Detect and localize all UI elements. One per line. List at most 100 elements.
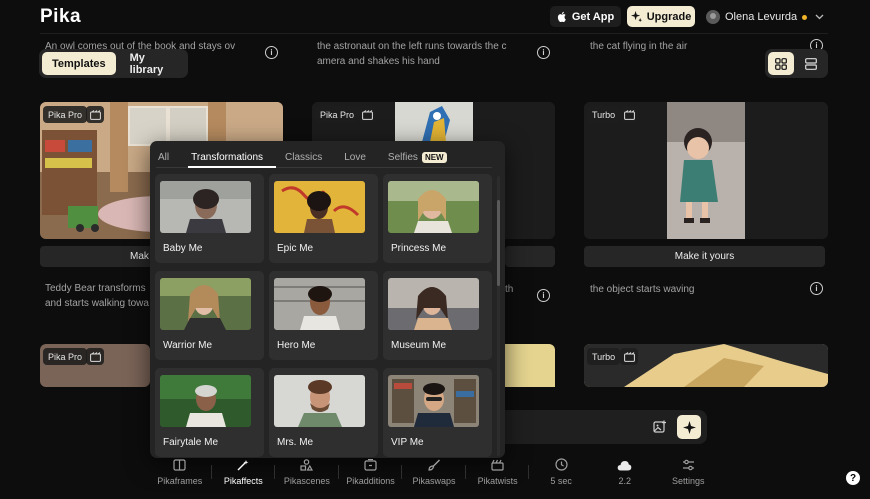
model-tag: Pika Pro — [43, 106, 88, 123]
image-upload-icon[interactable] — [653, 420, 667, 437]
effect-tile[interactable]: Fairytale Me — [155, 368, 264, 457]
effect-icon — [358, 106, 376, 123]
model-tag: Pika Pro — [43, 348, 88, 365]
tile-label: Baby Me — [163, 243, 203, 254]
magic-wand-icon — [237, 460, 249, 471]
effect-tile[interactable]: VIP Me — [383, 368, 492, 457]
model-tag: Pika Pro — [315, 106, 360, 123]
tool-label: Settings — [672, 476, 705, 486]
info-icon[interactable]: i — [810, 282, 823, 295]
tab-my-library[interactable]: My library — [120, 52, 185, 76]
tool-label: Pikascenes — [283, 476, 330, 486]
template-card[interactable]: Pika Pro — [40, 344, 150, 387]
tile-label: Hero Me — [277, 340, 316, 351]
tile-label: Epic Me — [277, 243, 314, 254]
tool-pikaswaps[interactable]: Pikaswaps — [402, 453, 466, 493]
tool-settings[interactable]: Settings — [657, 453, 721, 493]
tab-transformations[interactable]: Transformations — [191, 152, 263, 163]
tab-selfies[interactable]: Selfies NEW — [387, 151, 447, 163]
make-it-yours-button[interactable] — [505, 246, 555, 267]
effect-tile[interactable]: Baby Me — [155, 174, 264, 263]
tile-label: Princess Me — [391, 243, 447, 254]
tile-label: Mrs. Me — [277, 437, 314, 448]
view-toggle — [765, 49, 828, 78]
tool-label: 5 sec — [550, 476, 572, 486]
avatar — [706, 10, 720, 24]
effect-icon — [620, 348, 638, 365]
apple-icon — [557, 11, 566, 22]
tab-templates[interactable]: Templates — [42, 52, 116, 75]
make-it-yours-button[interactable]: Make it yours — [584, 246, 825, 267]
tool-label: Pikatwists — [477, 476, 518, 486]
tool-model[interactable]: 2.2 — [593, 453, 657, 493]
tile-thumbnail — [274, 375, 365, 427]
tool-pikascenes[interactable]: Pikascenes — [275, 453, 339, 493]
active-tab-indicator — [188, 166, 276, 168]
header-divider — [40, 33, 828, 34]
sparkle-icon — [630, 11, 642, 22]
help-button[interactable]: ? — [846, 471, 860, 485]
effect-tile[interactable]: Mrs. Me — [269, 368, 378, 457]
tab-classics[interactable]: Classics — [285, 152, 322, 163]
effect-icon — [86, 348, 104, 365]
info-icon[interactable]: i — [265, 46, 278, 59]
bottom-toolbar: Pikaframes Pikaffects Pikascenes Pikaddi… — [148, 453, 720, 493]
tool-pikadditions[interactable]: Pikadditions — [339, 453, 403, 493]
user-name: Olena Levurda — [725, 11, 798, 23]
tile-thumbnail — [160, 375, 251, 427]
prompt-text: the astronaut on the left runs towards t… — [317, 41, 507, 67]
tile-thumbnail — [388, 181, 479, 233]
upgrade-button[interactable]: Upgrade — [627, 6, 695, 27]
tile-label: VIP Me — [391, 437, 424, 448]
grid-view-button[interactable] — [768, 52, 794, 75]
effect-tile[interactable]: Warrior Me — [155, 271, 264, 360]
model-tag: Turbo — [587, 106, 621, 123]
grid-icon — [775, 57, 787, 70]
add-media-icon — [364, 459, 377, 471]
tool-pikaffects[interactable]: Pikaffects — [212, 453, 276, 493]
tile-label: Fairytale Me — [163, 437, 219, 448]
tool-pikaframes[interactable]: Pikaframes — [148, 453, 212, 493]
generate-button[interactable] — [677, 415, 701, 439]
brush-icon — [427, 459, 440, 471]
sparkle-icon — [682, 420, 696, 434]
user-menu[interactable]: Olena Levurda — [706, 9, 824, 25]
effects-panel: All Transformations Classics Love Selfie… — [150, 141, 505, 458]
chevron-down-icon — [815, 12, 824, 23]
info-icon[interactable]: i — [537, 289, 550, 302]
effect-tile[interactable]: Hero Me — [269, 271, 378, 360]
tool-label: Pikaswaps — [412, 476, 456, 486]
tab-love[interactable]: Love — [344, 152, 366, 163]
prompt-text: the object starts waving — [590, 284, 695, 295]
effect-tile[interactable]: Museum Me — [383, 271, 492, 360]
tool-pikatwists[interactable]: Pikatwists — [466, 453, 530, 493]
template-card[interactable] — [505, 344, 555, 387]
prompt-text: Teddy Bear transforms and starts walking… — [45, 283, 149, 309]
prompt-input[interactable] — [497, 410, 707, 444]
template-card[interactable]: Turbo — [584, 102, 828, 239]
frames-icon — [173, 459, 186, 471]
get-app-button[interactable]: Get App — [550, 6, 621, 27]
template-card[interactable]: Turbo — [584, 344, 828, 387]
tab-all[interactable]: All — [158, 152, 169, 163]
effect-tile[interactable]: Princess Me — [383, 174, 492, 263]
tile-thumbnail — [160, 181, 251, 233]
tile-thumbnail — [274, 181, 365, 233]
info-icon[interactable]: i — [537, 46, 550, 59]
list-view-button[interactable] — [798, 52, 824, 75]
tile-label: Warrior Me — [163, 340, 213, 351]
effect-tile[interactable]: Epic Me — [269, 174, 378, 263]
scrollbar-thumb[interactable] — [497, 200, 500, 286]
list-icon — [805, 57, 817, 70]
tool-duration[interactable]: 5 sec — [529, 453, 593, 493]
tab-selfies-label: Selfies — [387, 151, 418, 163]
tile-thumbnail — [274, 278, 365, 330]
cloud-icon — [617, 461, 632, 471]
effect-icon — [86, 106, 104, 123]
tile-label: Museum Me — [391, 340, 447, 351]
mode-tabs: Templates My library — [39, 49, 188, 78]
effect-icon — [620, 106, 638, 123]
clock-icon — [555, 458, 568, 471]
pika-logo[interactable]: Pika — [40, 6, 81, 28]
sliders-icon — [682, 459, 694, 471]
